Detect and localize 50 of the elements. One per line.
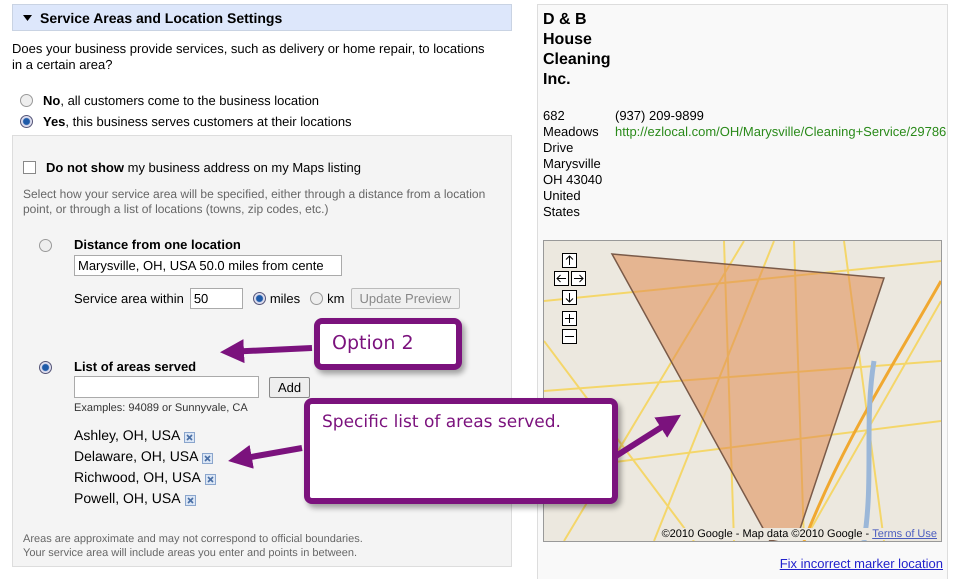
callout-box: Specific list of areas served.	[304, 398, 618, 504]
add-button[interactable]: Add	[269, 376, 310, 398]
disclaimer-text: Your service area will include areas you enter and points in between.	[23, 546, 358, 560]
radio-button[interactable]	[252, 292, 266, 305]
pan-left-icon[interactable]	[554, 271, 569, 286]
remove-icon[interactable]	[184, 495, 196, 506]
area-name: Ashley, OH, USA	[74, 427, 180, 443]
section-title: Service Areas and Location Settings	[40, 10, 282, 26]
business-address: 682 Meadows Drive Marysville OH 43040 United States	[543, 108, 604, 220]
zoom-in-icon[interactable]	[562, 311, 577, 326]
pan-down-icon[interactable]	[562, 290, 577, 305]
area-input-field[interactable]	[74, 376, 259, 398]
examples-hint: Examples: 94089 or Sunnyvale, CA	[74, 402, 249, 414]
fix-marker-link[interactable]: Fix incorrect marker location	[780, 556, 943, 571]
terms-link[interactable]: Terms of Use	[872, 528, 937, 540]
area-name: Richwood, OH, USA	[74, 469, 201, 485]
option-label: Yes, this business serves customers at their locations	[43, 114, 352, 129]
business-name: D & B House Cleaning Inc.	[543, 10, 612, 90]
radio-button[interactable]	[20, 115, 33, 128]
map-attribution: ©2010 Google - Map data ©2010 Google -	[662, 528, 870, 540]
unit-label: miles	[270, 291, 300, 306]
within-label: Service area within	[74, 291, 184, 306]
remove-icon[interactable]	[202, 453, 214, 464]
radius-field[interactable]: 50	[190, 288, 243, 309]
instructions-text: Select how your service area will be specified, either through a distance from a location point, or through a list of locations (towns, zip codes, etc.)	[23, 187, 486, 217]
option-label: Distance from one location	[74, 237, 242, 252]
area-name: Powell, OH, USA	[74, 490, 181, 506]
radio-button[interactable]	[39, 239, 52, 252]
phone-number: (937) 209-9899	[615, 108, 705, 124]
disclaimer-text: Areas are approximate and may not correspond to official boundaries.	[23, 532, 364, 546]
area-name: Delaware, OH, USA	[74, 448, 198, 464]
pan-up-icon[interactable]	[562, 253, 577, 268]
radio-button[interactable]	[310, 292, 324, 305]
radio-button[interactable]	[39, 361, 52, 374]
radio-button[interactable]	[20, 94, 33, 107]
option-label: List of areas served	[74, 359, 198, 374]
callout-box: Option 2	[314, 318, 462, 370]
collapse-triangle-icon	[23, 14, 32, 20]
remove-icon[interactable]	[204, 474, 216, 485]
zoom-out-icon[interactable]	[562, 329, 577, 344]
website-link[interactable]: http://ezlocal.com/OH/Marysville/Cleaning+Service/29786	[615, 124, 946, 140]
checkbox[interactable]	[23, 161, 36, 174]
unit-label: km	[327, 291, 345, 306]
option-label: No, all customers come to the business location	[43, 93, 320, 108]
remove-icon[interactable]	[184, 432, 196, 443]
section-header[interactable]: Service Areas and Location Settings	[12, 4, 512, 31]
location-field[interactable]: Marysville, OH, USA 50.0 miles from cente	[74, 255, 342, 276]
question-text: Does your business provide services, such as delivery or home repair, to locations in a certain area?	[12, 41, 486, 73]
pan-right-icon[interactable]	[571, 271, 586, 286]
checkbox-label: Do not show my business address on my Maps listing	[46, 160, 361, 175]
